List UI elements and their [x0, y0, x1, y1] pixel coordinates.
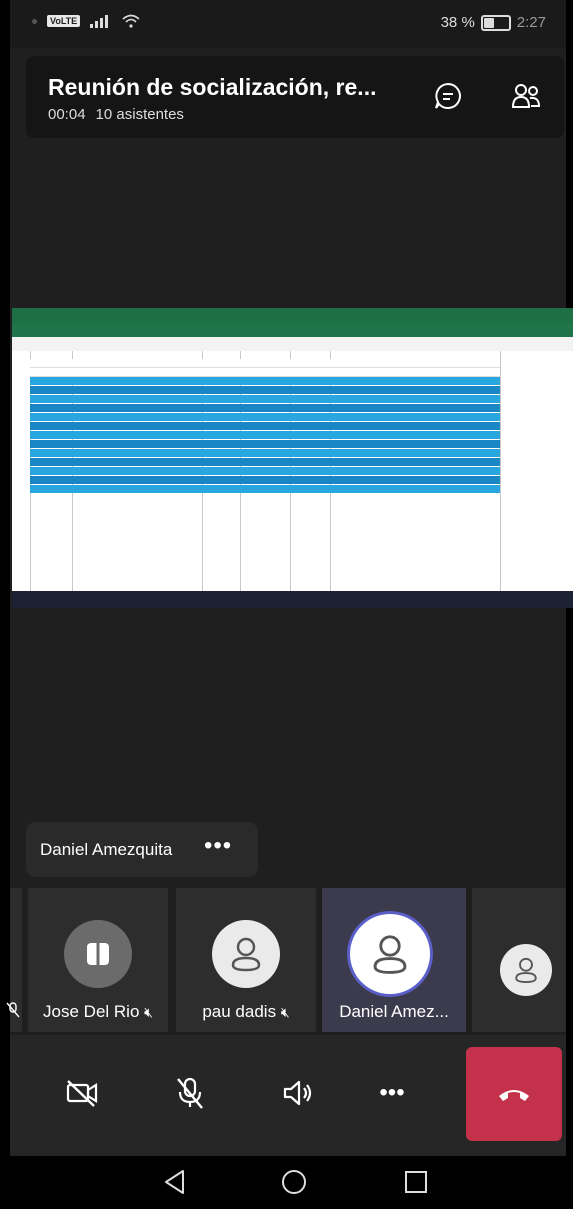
speaker-icon [283, 1080, 312, 1106]
battery-percent: 38 % [440, 14, 475, 31]
status-right: 38 % 2:27 [441, 14, 546, 31]
avatar [64, 920, 132, 988]
hang-up-icon [499, 1090, 529, 1101]
battery-icon [480, 14, 511, 31]
excel-titlebar [12, 308, 573, 323]
chat-icon [435, 82, 461, 109]
participant-tile-pau[interactable]: pau dadis 🔇︎ [176, 888, 316, 1032]
call-controls: ••• [10, 1035, 566, 1156]
person-icon [373, 935, 407, 974]
excel-formula-bar [12, 337, 573, 352]
signal-icon [90, 15, 109, 28]
clock: 2:27 [516, 14, 546, 31]
meeting-subline: 00:04 10 asistentes [48, 106, 184, 123]
speaker-name: Daniel Amezquita [40, 840, 173, 859]
status-left: VoLTE [32, 14, 140, 28]
chat-button[interactable] [428, 76, 468, 116]
meeting-header: Reunión de socialización, re... 00:04 10… [26, 56, 564, 138]
book-icon [87, 943, 109, 965]
speaker-button[interactable] [268, 1063, 328, 1123]
home-icon[interactable] [280, 1168, 308, 1196]
meeting-timer: 00:04 [48, 106, 86, 123]
person-icon [515, 957, 537, 983]
shared-screen[interactable] [12, 308, 573, 608]
participants-button[interactable] [506, 76, 546, 116]
system-nav-bar [10, 1156, 566, 1209]
status-bar: VoLTE 38 % 2:27 [10, 0, 566, 48]
participant-strip[interactable]: Jose Del Rio 🔇︎ pau dadis 🔇︎ Daniel Amez… [6, 885, 566, 1035]
mic-muted-icon [6, 1002, 20, 1018]
people-icon [511, 84, 541, 108]
participant-tile[interactable] [472, 888, 566, 1032]
speaker-more-button[interactable]: ••• [204, 832, 232, 860]
more-options-button[interactable]: ••• [362, 1063, 422, 1123]
attendee-count: 10 asistentes [95, 106, 184, 123]
mic-off-icon [177, 1077, 203, 1109]
recents-icon[interactable] [402, 1168, 430, 1196]
volte-badge: VoLTE [47, 15, 81, 27]
active-speaker-chip[interactable]: Daniel Amezquita ••• [26, 822, 258, 877]
wifi-icon [122, 14, 140, 28]
participant-name: pau dadis 🔇︎ [202, 1002, 290, 1021]
excel-grid [12, 351, 573, 591]
participant-tile-jose[interactable]: Jose Del Rio 🔇︎ [28, 888, 168, 1032]
back-icon[interactable] [162, 1168, 188, 1196]
mic-toggle-button[interactable] [160, 1063, 220, 1123]
windows-taskbar [12, 591, 573, 608]
participant-tile-daniel[interactable]: Daniel Amez... [322, 888, 466, 1032]
avatar [212, 920, 280, 988]
dot-icon [32, 18, 37, 24]
participant-name: Jose Del Rio 🔇︎ [43, 1002, 153, 1021]
meeting-title[interactable]: Reunión de socialización, re... [48, 74, 376, 101]
camera-toggle-button[interactable] [52, 1063, 112, 1123]
participant-tile[interactable] [6, 888, 22, 1032]
person-icon [231, 937, 261, 972]
excel-ribbon [12, 323, 573, 337]
camera-off-icon [66, 1080, 98, 1107]
hang-up-button[interactable] [466, 1047, 562, 1141]
avatar [500, 944, 552, 996]
avatar [350, 914, 430, 994]
participant-name: Daniel Amez... [339, 1002, 449, 1021]
